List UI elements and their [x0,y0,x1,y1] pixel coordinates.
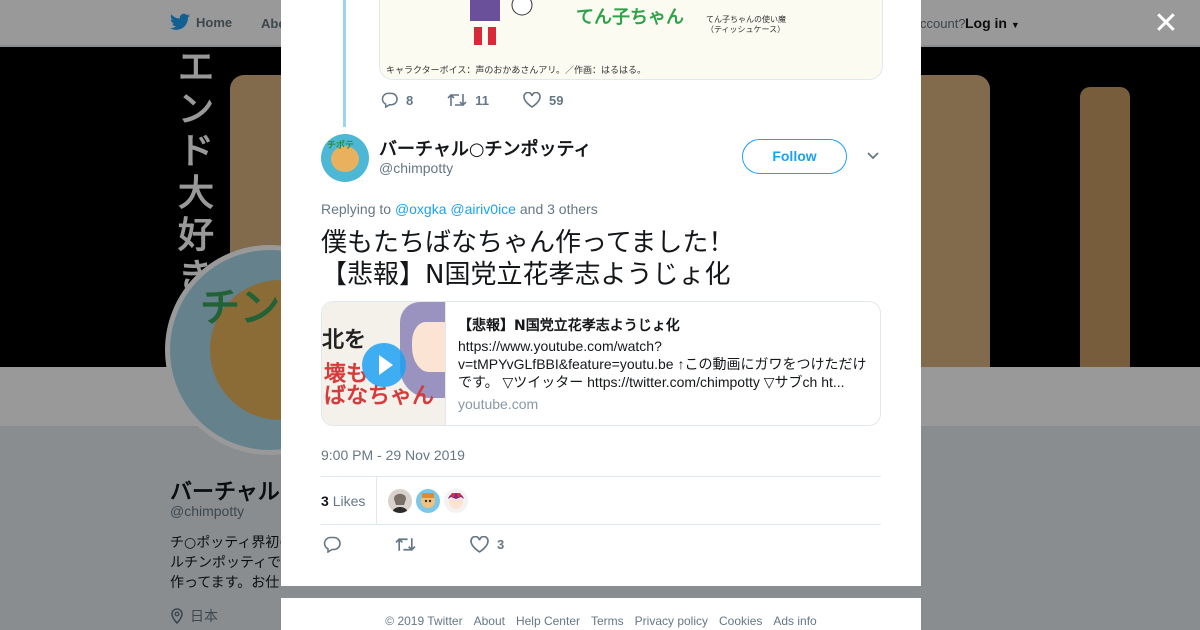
author-handle[interactable]: @chimpotty [379,160,453,176]
heart-icon [470,536,489,553]
tweet-text: 僕もたちばなちゃん作ってました！ 【悲報】N国党立花孝志ようじょ化 [321,227,881,291]
media-small-text: てん子ちゃんの使い魔 （ティッシュケース） [706,15,786,34]
chevron-down-icon[interactable] [865,148,881,164]
likes-label: Likes [332,493,366,509]
likers-list [388,489,468,513]
tweet-stats: 3 Likes [321,476,881,525]
footer-link-about[interactable]: About [474,614,505,630]
tweet-text-line: 【悲報】N国党立花孝志ようじょ化 [321,260,731,290]
thread-connector [343,0,346,127]
play-icon[interactable] [362,343,406,387]
card-domain: youtube.com [458,396,539,412]
avatar[interactable] [388,489,412,513]
card-title: 【悲報】N国党立花孝志ようじょ化 [458,318,680,334]
likes-stat[interactable]: 3 Likes [321,493,365,509]
replying-prefix: Replying to [321,201,392,217]
thumb-text-top: 北を [322,328,367,353]
footer-copyright: © 2019 Twitter [385,614,463,628]
retweet-action[interactable]: 11 [447,92,489,108]
footer-link-ads-info[interactable]: Ads info [773,614,816,630]
mention-link[interactable]: @airiv0ice [450,201,516,217]
retweet-icon [447,93,467,107]
cartoon-illustration [470,0,533,45]
footer-link-cookies[interactable]: Cookies [719,614,762,630]
close-icon[interactable]: ✕ [1150,8,1182,40]
tweet-actions: 3 [323,536,558,553]
footer-link-terms[interactable]: Terms [591,614,624,630]
avatar-text: チポテ [327,141,355,151]
reply-icon [381,92,398,108]
reply-icon [323,536,341,553]
tweet-text-line: 僕もたちばなちゃん作ってました！ [321,228,735,258]
tweet-timestamp[interactable]: 9:00 PM - 29 Nov 2019 [321,447,465,463]
author-name[interactable]: バーチャル○チンポッティ [379,135,591,161]
like-count: 3 [497,537,505,552]
footer: © 2019 Twitter About Help Center Terms P… [281,598,921,630]
card-thumbnail: 北を 壊も ばなちゃん [322,302,446,425]
previous-tweet-media[interactable]: てん子ちゃん てん子ちゃんの使い魔 （ティッシュケース） キャラクターボイス：声… [379,0,883,80]
like-action[interactable]: 59 [523,92,563,108]
previous-tweet-actions: 8 11 59 [381,92,597,108]
avatar[interactable]: チポテ [321,134,369,182]
reply-action[interactable] [323,536,341,553]
card-description: https://www.youtube.com/watch?v=tMPYvGLf… [458,338,867,390]
heart-icon [523,92,541,108]
stats-divider [376,477,377,524]
footer-link-privacy[interactable]: Privacy policy [635,614,708,630]
retweet-icon [395,538,416,551]
replying-to: Replying to @oxgka @airiv0ice and 3 othe… [321,201,598,217]
like-count: 59 [548,92,564,108]
reply-count: 8 [406,92,414,108]
like-action[interactable]: 3 [470,536,504,553]
reply-action[interactable]: 8 [381,92,413,108]
likes-count: 3 [321,493,329,509]
avatar[interactable] [416,489,440,513]
footer-link-help-center[interactable]: Help Center [516,614,580,630]
avatar[interactable] [444,489,468,513]
media-caption: キャラクターボイス：声のおかあさんアリ。／作画：はるはる。 [386,66,647,76]
tweet-modal: てん子ちゃん てん子ちゃんの使い魔 （ティッシュケース） キャラクターボイス：声… [281,0,921,586]
media-title-art: てん子ちゃん [576,7,684,28]
link-card[interactable]: 北を 壊も ばなちゃん 【悲報】N国党立花孝志ようじょ化 https://www… [321,301,881,426]
follow-button[interactable]: Follow [742,139,847,174]
mention-link[interactable]: @oxgka [395,201,447,217]
replying-others[interactable]: and 3 others [520,201,598,217]
retweet-action[interactable] [395,536,416,553]
retweet-count: 11 [475,92,489,108]
